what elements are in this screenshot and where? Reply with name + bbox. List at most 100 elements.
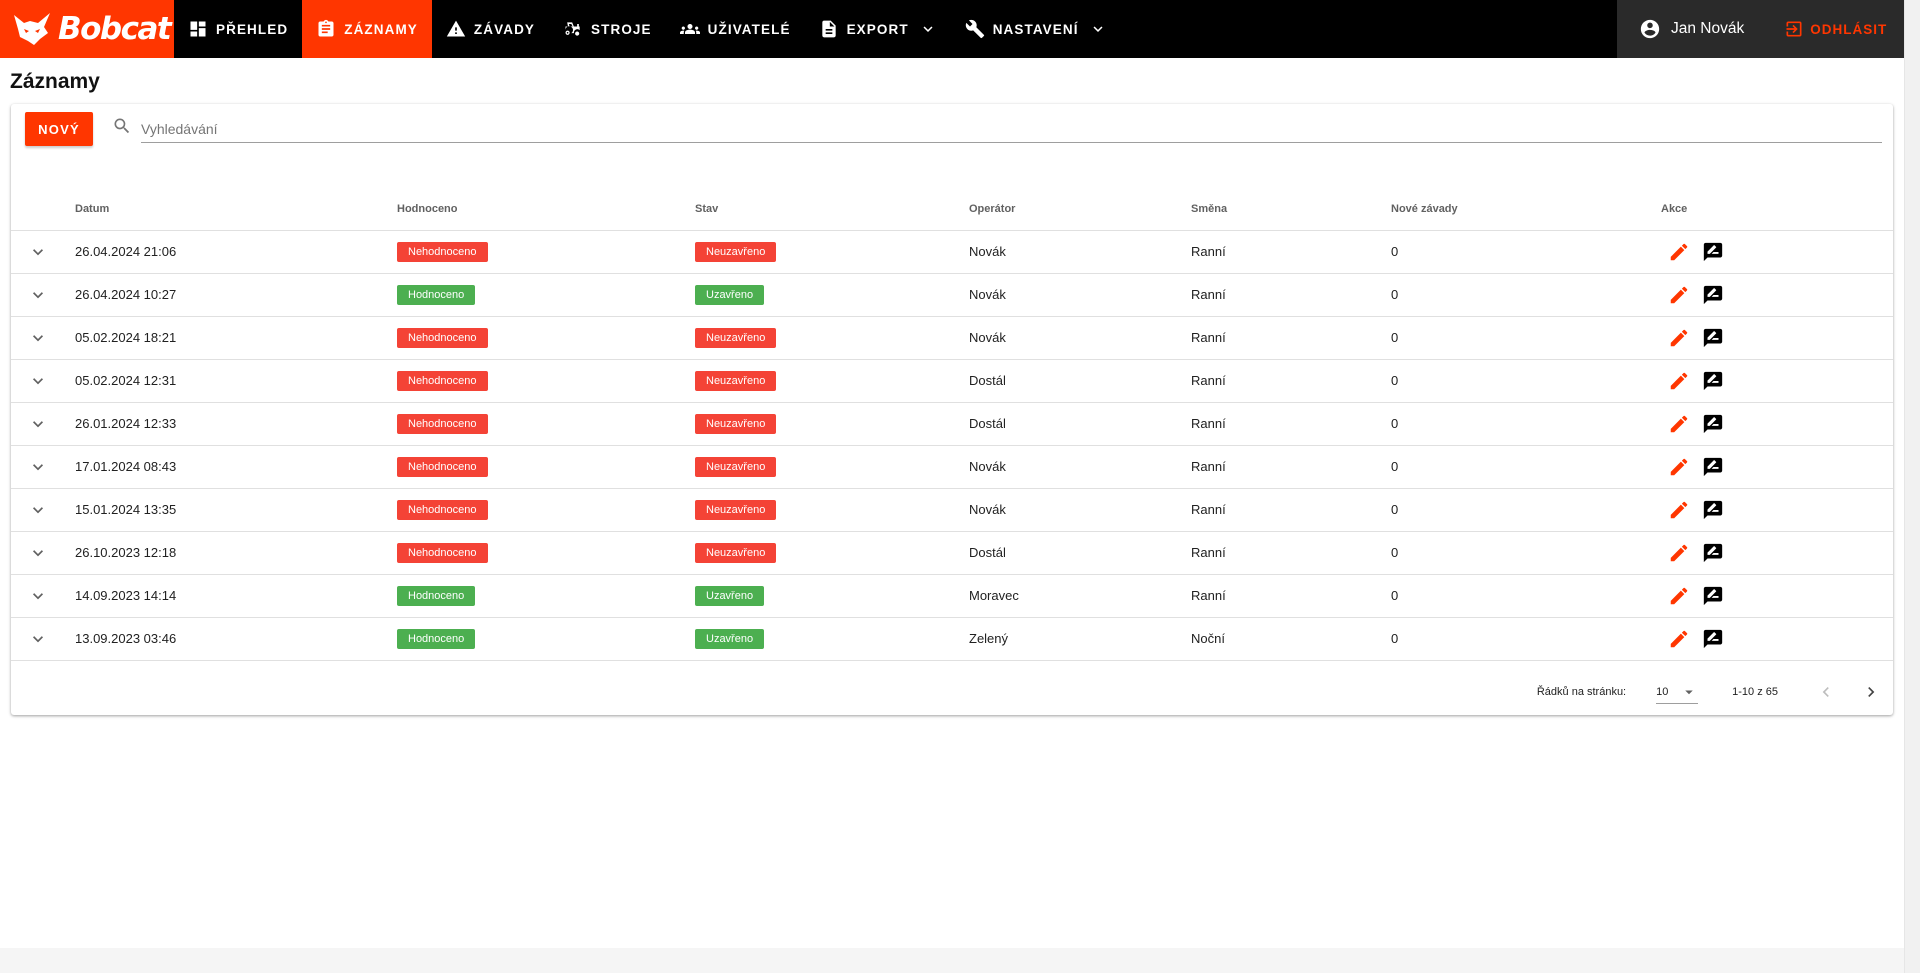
edit-icon[interactable] bbox=[1668, 370, 1690, 392]
eval-badge: Nehodnoceno bbox=[397, 456, 488, 477]
expand-row-icon[interactable] bbox=[28, 285, 48, 305]
edit-icon[interactable] bbox=[1668, 628, 1690, 650]
eval-badge: Nehodnoceno bbox=[397, 542, 488, 563]
expand-row-icon[interactable] bbox=[28, 543, 48, 563]
nav-uzivatele[interactable]: Uživatelé bbox=[666, 0, 805, 58]
header-stav[interactable]: Stav bbox=[695, 187, 969, 230]
new-faults-cell: 0 bbox=[1391, 229, 1661, 273]
page-footer bbox=[0, 948, 1904, 973]
expand-cell bbox=[11, 573, 75, 617]
rows-per-page-select[interactable]: 10 bbox=[1656, 680, 1699, 704]
expand-row-icon[interactable] bbox=[28, 328, 48, 348]
new-faults-cell: 0 bbox=[1391, 315, 1661, 359]
edit-icon[interactable] bbox=[1668, 456, 1690, 478]
state-badge: Neuzavřeno bbox=[695, 456, 777, 477]
comment-icon[interactable] bbox=[1702, 499, 1724, 521]
state-cell: Neuzavřeno bbox=[695, 229, 969, 273]
expand-row-icon[interactable] bbox=[28, 414, 48, 434]
expand-row-icon[interactable] bbox=[28, 242, 48, 262]
state-badge: Neuzavřeno bbox=[695, 499, 777, 520]
edit-icon[interactable] bbox=[1668, 585, 1690, 607]
expand-row-icon[interactable] bbox=[28, 457, 48, 477]
edit-icon[interactable] bbox=[1668, 327, 1690, 349]
expand-cell bbox=[11, 358, 75, 402]
next-page-button[interactable] bbox=[1859, 680, 1883, 704]
new-faults-cell: 0 bbox=[1391, 358, 1661, 402]
table-row[interactable]: 26.10.2023 12:18 Nehodnoceno Neuzavřeno Dos… bbox=[11, 530, 1893, 574]
edit-icon[interactable] bbox=[1668, 284, 1690, 306]
nav-stroje[interactable]: Stroje bbox=[549, 0, 666, 58]
edit-icon[interactable] bbox=[1668, 542, 1690, 564]
comment-icon[interactable] bbox=[1702, 542, 1724, 564]
search-icon bbox=[114, 118, 130, 134]
edit-icon[interactable] bbox=[1668, 241, 1690, 263]
nav-zaznamy[interactable]: Záznamy bbox=[302, 0, 432, 58]
table-row[interactable]: 26.01.2024 12:33 Nehodnoceno Neuzavřeno Dos… bbox=[11, 401, 1893, 445]
nav-nastaveni[interactable]: Nastavení bbox=[951, 0, 1121, 58]
expand-cell bbox=[11, 444, 75, 488]
state-badge: Neuzavřeno bbox=[695, 370, 777, 391]
nav-export[interactable]: Export bbox=[805, 0, 951, 58]
header-nove-zavady[interactable]: Nové závady bbox=[1391, 187, 1661, 230]
date-cell: 14.09.2023 14:14 bbox=[75, 573, 397, 617]
chevron-down-icon bbox=[923, 26, 933, 32]
actions-cell bbox=[1661, 616, 1893, 661]
edit-icon[interactable] bbox=[1668, 499, 1690, 521]
header-operator[interactable]: Operátor bbox=[969, 187, 1191, 230]
header-hodnoceno[interactable]: Hodnoceno bbox=[397, 187, 695, 230]
dashboard-icon bbox=[190, 21, 206, 37]
eval-cell: Nehodnoceno bbox=[397, 229, 695, 273]
account-circle-icon bbox=[1640, 19, 1660, 39]
state-cell: Uzavřeno bbox=[695, 272, 969, 316]
comment-icon[interactable] bbox=[1702, 327, 1724, 349]
table-row[interactable]: 05.02.2024 12:31 Nehodnoceno Neuzavřeno Dos… bbox=[11, 358, 1893, 402]
comment-icon[interactable] bbox=[1702, 241, 1724, 263]
eval-cell: Nehodnoceno bbox=[397, 444, 695, 488]
eval-cell: Hodnoceno bbox=[397, 616, 695, 661]
table-row[interactable]: 17.01.2024 08:43 Nehodnoceno Neuzavřeno Nov… bbox=[11, 444, 1893, 488]
logout-button[interactable]: Odhlásit bbox=[1784, 19, 1887, 39]
operator-cell: Dostál bbox=[969, 530, 1191, 574]
shift-cell: Ranní bbox=[1191, 401, 1391, 445]
comment-icon[interactable] bbox=[1702, 628, 1724, 650]
shift-cell: Ranní bbox=[1191, 272, 1391, 316]
state-badge: Uzavřeno bbox=[695, 585, 765, 606]
shift-cell: Ranní bbox=[1191, 315, 1391, 359]
table-row[interactable]: 05.02.2024 18:21 Nehodnoceno Neuzavřeno Nov… bbox=[11, 315, 1893, 359]
state-cell: Neuzavřeno bbox=[695, 315, 969, 359]
comment-icon[interactable] bbox=[1702, 413, 1724, 435]
nav-label: Závady bbox=[473, 21, 536, 37]
table-row[interactable]: 14.09.2023 14:14 Hodnoceno Uzavřeno Moravec… bbox=[11, 573, 1893, 617]
header-datum[interactable]: Datum bbox=[75, 187, 397, 230]
header-smena[interactable]: Směna bbox=[1191, 187, 1391, 230]
main-nav: Přehled Záznamy Závady Stroje Uživatelé … bbox=[174, 0, 1121, 58]
comment-icon[interactable] bbox=[1702, 370, 1724, 392]
nav-zavady[interactable]: Závady bbox=[432, 0, 549, 58]
expand-row-icon[interactable] bbox=[28, 500, 48, 520]
bobcat-logo[interactable]: Bobcat bbox=[0, 0, 174, 58]
brand-name: Bobcat bbox=[58, 11, 172, 47]
edit-icon[interactable] bbox=[1668, 413, 1690, 435]
table-row[interactable]: 26.04.2024 10:27 Hodnoceno Uzavřeno Novák Ra… bbox=[11, 272, 1893, 316]
shift-cell: Ranní bbox=[1191, 530, 1391, 574]
expand-row-icon[interactable] bbox=[28, 586, 48, 606]
state-cell: Neuzavřeno bbox=[695, 530, 969, 574]
comment-icon[interactable] bbox=[1702, 284, 1724, 306]
comment-icon[interactable] bbox=[1702, 456, 1724, 478]
nav-label: Uživatelé bbox=[707, 21, 791, 37]
table-row[interactable]: 26.04.2024 21:06 Nehodnoceno Neuzavřeno Nov… bbox=[11, 229, 1893, 273]
comment-icon[interactable] bbox=[1702, 585, 1724, 607]
page-scrollbar[interactable] bbox=[1904, 0, 1920, 973]
user-menu[interactable]: Jan Novák bbox=[1617, 18, 1744, 40]
state-cell: Uzavřeno bbox=[695, 573, 969, 617]
table-row[interactable]: 13.09.2023 03:46 Hodnoceno Uzavřeno Zelený N… bbox=[11, 616, 1893, 661]
expand-row-icon[interactable] bbox=[28, 629, 48, 649]
expand-row-icon[interactable] bbox=[28, 371, 48, 391]
previous-page-button[interactable] bbox=[1814, 680, 1838, 704]
state-badge: Neuzavřeno bbox=[695, 413, 777, 434]
search-input[interactable] bbox=[141, 112, 1882, 143]
eval-badge: Nehodnoceno bbox=[397, 413, 488, 434]
table-row[interactable]: 15.01.2024 13:35 Nehodnoceno Neuzavřeno Nov… bbox=[11, 487, 1893, 531]
new-record-button[interactable]: Nový bbox=[25, 112, 93, 146]
nav-prehled[interactable]: Přehled bbox=[174, 0, 302, 58]
